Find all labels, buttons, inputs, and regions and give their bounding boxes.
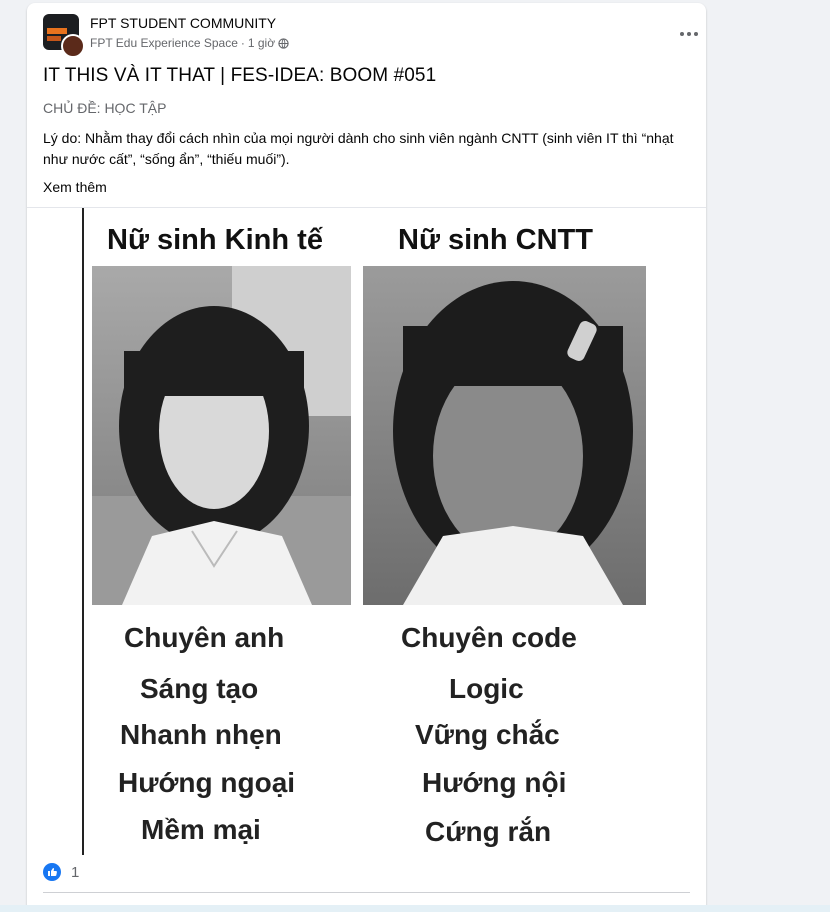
bottom-strip [0, 905, 830, 912]
right-trait-4: Hướng nội [422, 767, 567, 798]
post-card: FPT STUDENT COMMUNITY FPT Edu Experience… [27, 3, 706, 912]
left-photo [92, 266, 351, 605]
right-trait-5: Cứng rắn [425, 816, 552, 847]
like-icon [43, 863, 61, 881]
right-trait-2: Logic [449, 673, 524, 704]
left-trait-2: Sáng tạo [140, 673, 259, 704]
left-trait-5: Mềm mại [141, 814, 261, 845]
post-topic: CHỦ ĐỀ: HỌC TẬP [43, 100, 167, 116]
globe-icon [278, 37, 289, 49]
image-divider-line [82, 208, 84, 855]
right-photo [363, 266, 646, 605]
group-name-link[interactable]: FPT STUDENT COMMUNITY [90, 15, 276, 31]
post-title: IT THIS VÀ IT THAT | FES-IDEA: BOOM #051 [43, 65, 437, 86]
right-column-title: Nữ sinh CNTT [398, 224, 593, 256]
actions-divider [43, 892, 690, 893]
avatar-graphic [47, 28, 67, 34]
left-trait-4: Hướng ngoại [118, 767, 296, 798]
post-body: Lý do: Nhằm thay đổi cách nhìn của mọi n… [43, 130, 674, 167]
see-more-link[interactable]: Xem thêm [43, 179, 107, 195]
left-trait-3: Nhanh nhẹn [120, 719, 282, 750]
like-count[interactable]: 1 [71, 864, 79, 881]
post-image[interactable]: Nữ sinh Kinh tế Nữ sinh CNTT Chuyên anh … [27, 207, 706, 855]
post-header: FPT STUDENT COMMUNITY FPT Edu Experience… [43, 14, 698, 58]
post-meta: FPT Edu Experience Space · 1 giờ [90, 36, 289, 50]
left-column-title: Nữ sinh Kinh tế [107, 224, 323, 256]
reactions-bar[interactable]: 1 [43, 859, 79, 885]
right-trait-3: Vững chắc [415, 719, 560, 750]
more-icon [680, 32, 684, 36]
right-trait-1: Chuyên code [401, 622, 577, 653]
author-avatar[interactable] [61, 34, 85, 58]
left-trait-1: Chuyên anh [124, 622, 285, 653]
meta-separator: · [240, 36, 245, 50]
more-icon-dot [687, 32, 691, 36]
more-options-button[interactable] [671, 22, 706, 46]
post-time[interactable]: 1 giờ [248, 36, 275, 50]
author-link[interactable]: FPT Edu Experience Space [90, 36, 238, 50]
avatar-graphic-2 [47, 36, 61, 41]
more-icon-dot [694, 32, 698, 36]
